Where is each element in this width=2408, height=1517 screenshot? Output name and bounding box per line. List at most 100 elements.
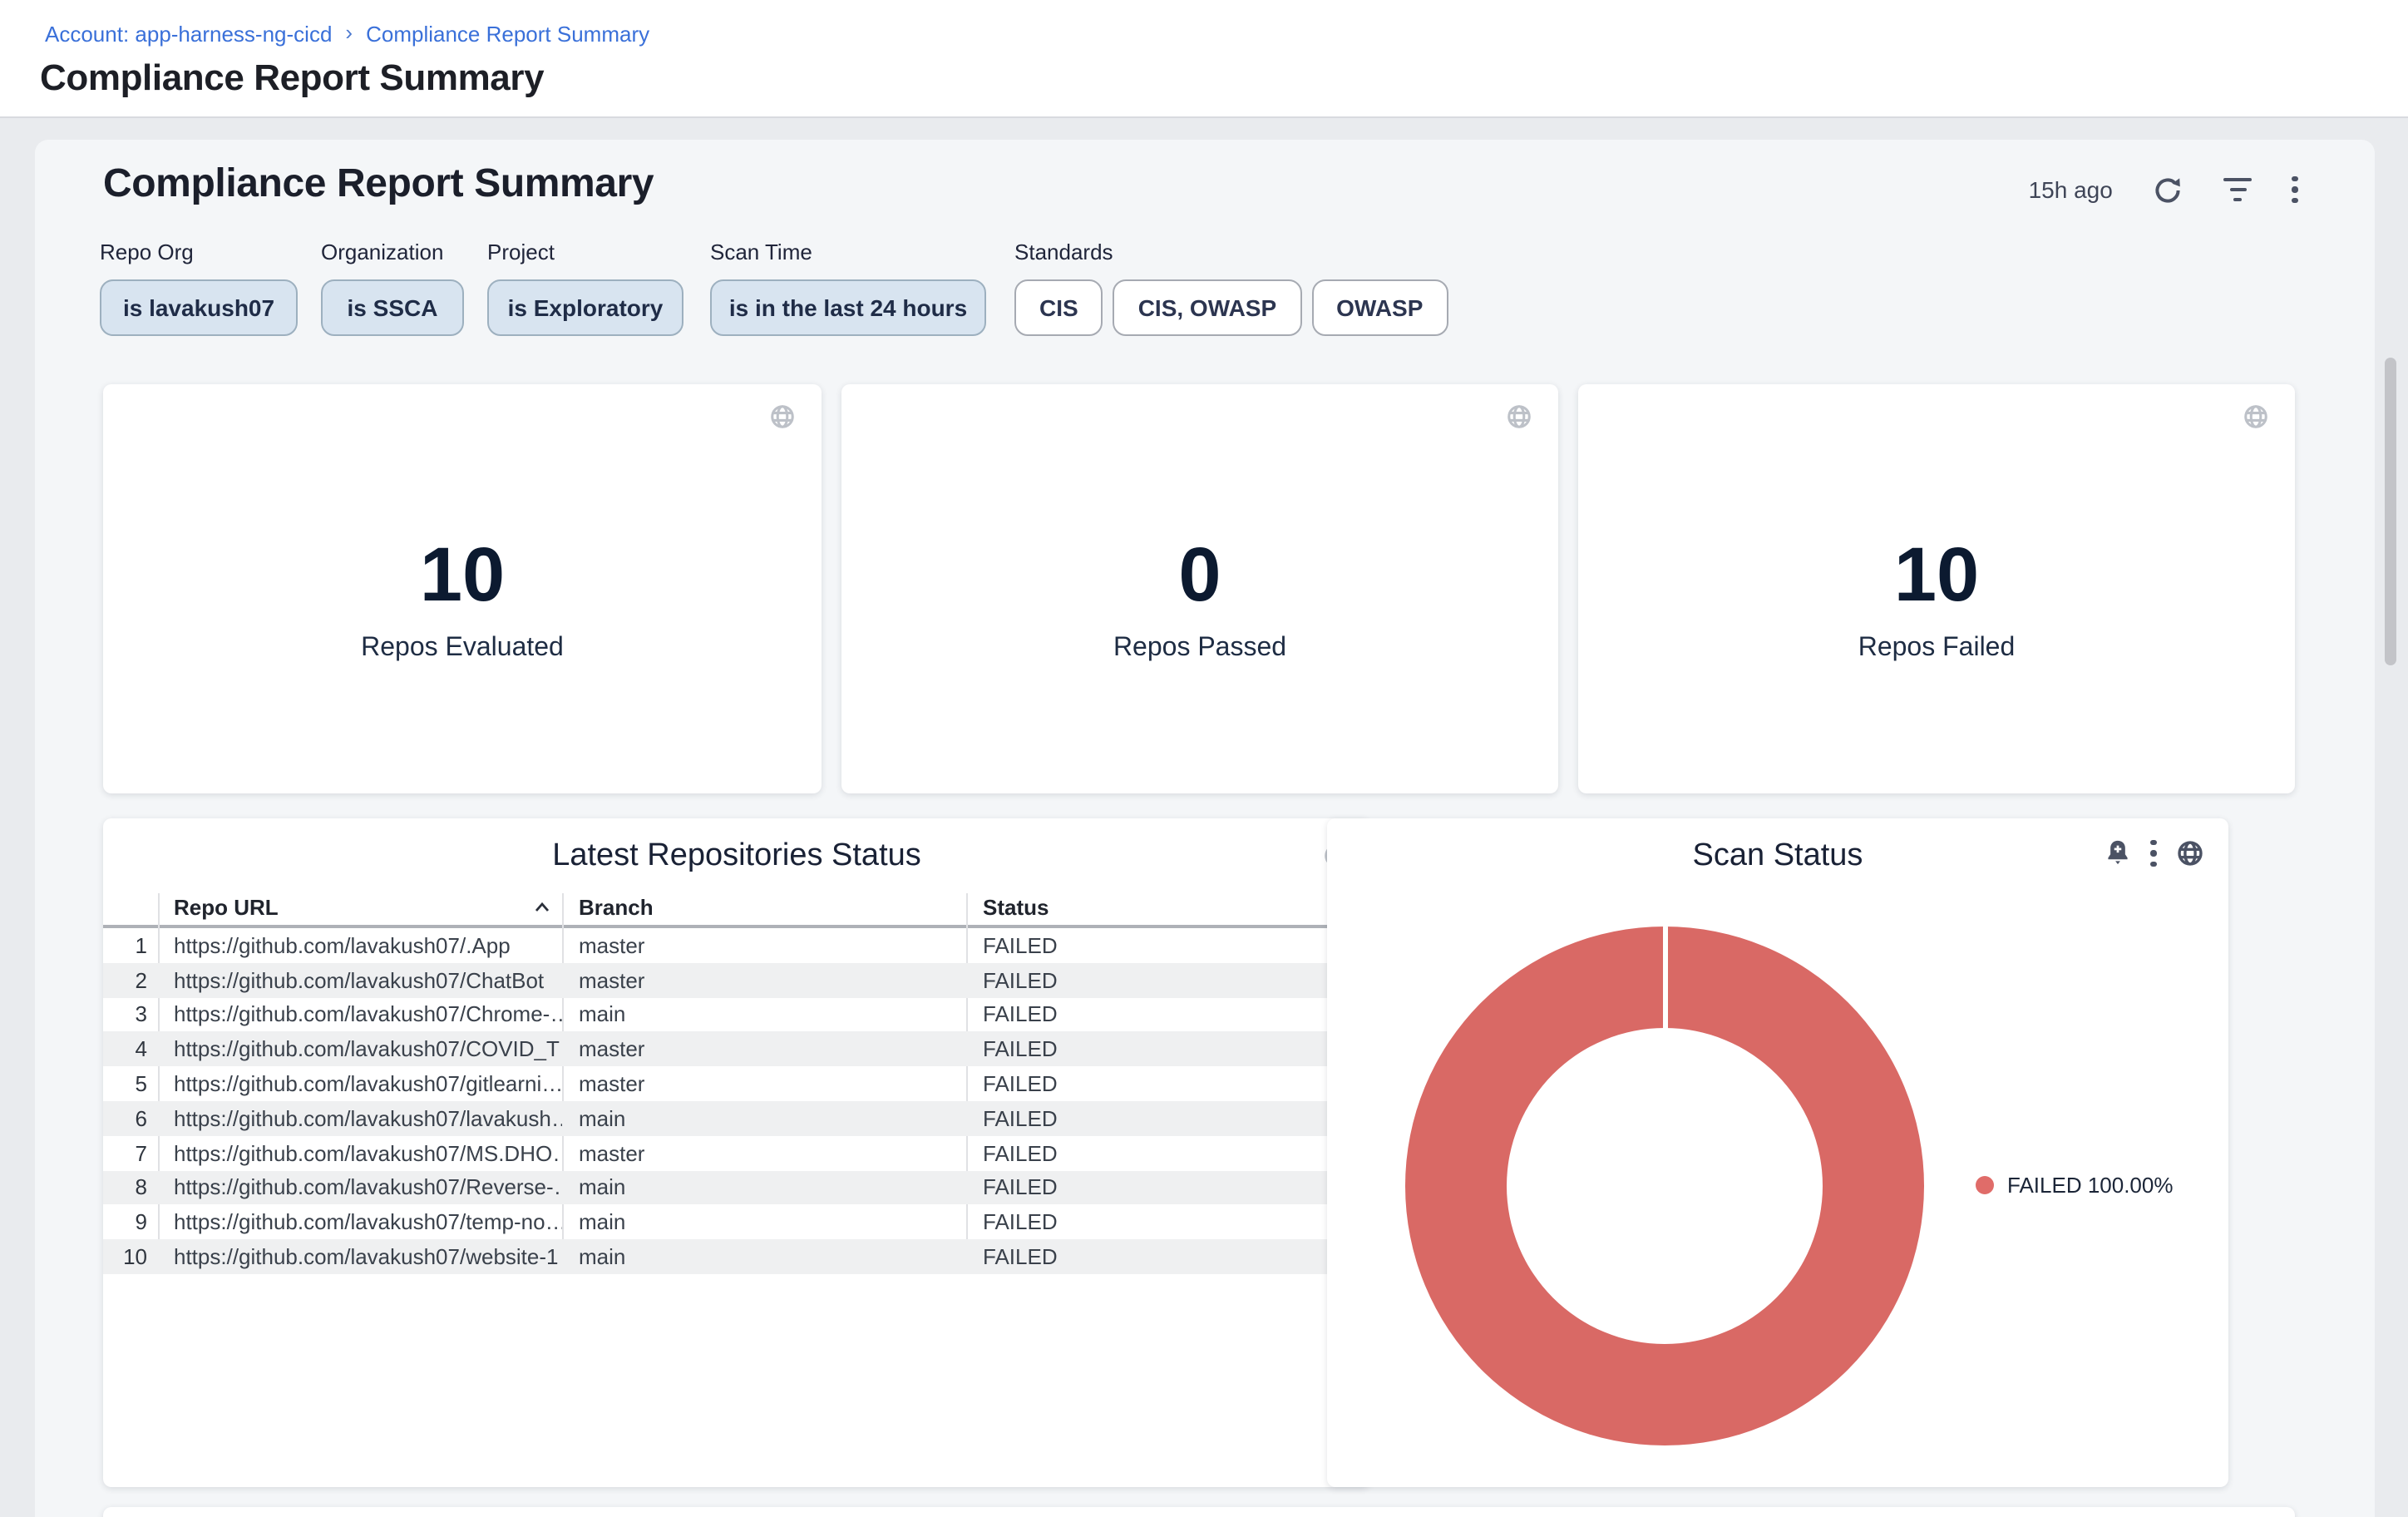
- breadcrumb-separator-icon: ›: [345, 20, 353, 45]
- dashboard-panel: Compliance Report Summary 15h ago Repo O…: [35, 140, 2375, 1517]
- latest-repositories-status-tile: Latest Repositories Status Repo URL Bran…: [103, 818, 1370, 1487]
- dashboard-title: Compliance Report Summary: [103, 161, 654, 208]
- metric-value: 10: [1578, 531, 2295, 617]
- alert-bell-plus-icon[interactable]: [2105, 838, 2133, 868]
- filter-standards: Standards CIS CIS, OWASP OWASP: [1014, 240, 1448, 336]
- table-row: 2https://github.com/lavakush07/ChatBotma…: [103, 963, 1370, 998]
- status-cell: FAILED: [966, 1244, 1370, 1269]
- vertical-scrollbar-thumb[interactable]: [2385, 358, 2396, 665]
- tile-title: Latest Repositories Status: [103, 835, 1370, 878]
- branch-cell: master: [562, 967, 966, 992]
- branch-cell: master: [562, 1071, 966, 1096]
- row-number-column-header: [103, 890, 157, 925]
- globe-icon[interactable]: [1505, 403, 1533, 431]
- breadcrumb-account-link[interactable]: Account: app-harness-ng-cicd: [45, 22, 332, 47]
- metric-label: Repos Evaluated: [103, 632, 822, 665]
- metric-card-repos-failed: 10 Repos Failed: [1578, 384, 2295, 793]
- breadcrumb-current-link[interactable]: Compliance Report Summary: [366, 22, 649, 47]
- standards-option-cis[interactable]: CIS: [1014, 279, 1103, 336]
- table-row: 6https://github.com/lavakush07/lavakush……: [103, 1101, 1370, 1136]
- tile-title: Scan Status: [1327, 835, 2228, 878]
- filter-label: Scan Time: [710, 240, 986, 264]
- filter-project: Project is Exploratory: [487, 240, 683, 336]
- last-refreshed-label: 15h ago: [2029, 176, 2113, 203]
- repo-url-cell: https://github.com/lavakush07/Reverse-…: [157, 1175, 562, 1200]
- next-tile-partial: [103, 1507, 2295, 1517]
- metric-label: Repos Passed: [841, 632, 1558, 665]
- chart-legend: FAILED 100.00%: [1976, 1173, 2173, 1198]
- refresh-icon[interactable]: [2153, 174, 2184, 205]
- dashboard-controls: 15h ago: [2029, 170, 2298, 210]
- standards-option-cis-owasp[interactable]: CIS, OWASP: [1113, 279, 1301, 336]
- repo-url-cell: https://github.com/lavakush07/ChatBot: [157, 967, 562, 992]
- filter-icon[interactable]: [2224, 177, 2253, 202]
- globe-icon[interactable]: [2175, 838, 2205, 868]
- metric-card-repos-evaluated: 10 Repos Evaluated: [103, 384, 822, 793]
- compliance-dashboard-page: Account: app-harness-ng-cicd › Complianc…: [0, 0, 2408, 1517]
- status-cell: FAILED: [966, 1071, 1370, 1096]
- tile-actions: [2105, 838, 2205, 868]
- repo-url-cell: https://github.com/lavakush07/COVID_T…: [157, 1037, 562, 1062]
- row-number: 9: [103, 1210, 157, 1235]
- table-row: 10https://github.com/lavakush07/website-…: [103, 1239, 1370, 1274]
- kebab-menu-icon[interactable]: [2292, 175, 2298, 204]
- filter-label: Standards: [1014, 240, 1448, 264]
- branch-cell: master: [562, 1140, 966, 1165]
- standards-option-owasp[interactable]: OWASP: [1311, 279, 1448, 336]
- repo-url-cell: https://github.com/lavakush07/gitlearni…: [157, 1071, 562, 1096]
- table-body: 1https://github.com/lavakush07/.Appmaste…: [103, 928, 1370, 1274]
- branch-cell: master: [562, 933, 966, 958]
- status-cell: FAILED: [966, 1106, 1370, 1131]
- row-number: 10: [103, 1244, 157, 1269]
- repo-url-cell: https://github.com/lavakush07/lavakush…: [157, 1106, 562, 1131]
- table-header-row: Repo URL Branch Status: [103, 890, 1370, 925]
- status-cell: FAILED: [966, 1175, 1370, 1200]
- filter-chip-repo-org[interactable]: is lavakush07: [100, 279, 298, 336]
- repo-url-cell: https://github.com/lavakush07/.App: [157, 933, 562, 958]
- row-number: 4: [103, 1037, 157, 1062]
- branch-cell: main: [562, 1244, 966, 1269]
- filter-chip-scan-time[interactable]: is in the last 24 hours: [710, 279, 986, 336]
- branch-cell: main: [562, 1106, 966, 1131]
- status-cell: FAILED: [966, 967, 1370, 992]
- row-number: 7: [103, 1140, 157, 1165]
- scan-status-tile: Scan Status FAILED 100.00%: [1327, 818, 2228, 1487]
- breadcrumb: Account: app-harness-ng-cicd › Complianc…: [45, 22, 649, 47]
- page-title: Compliance Report Summary: [40, 57, 544, 100]
- kebab-menu-icon[interactable]: [2151, 839, 2157, 867]
- column-header-repo-url[interactable]: Repo URL: [157, 890, 562, 925]
- filter-repo-org: Repo Org is lavakush07: [100, 240, 298, 336]
- table-row: 1https://github.com/lavakush07/.Appmaste…: [103, 928, 1370, 963]
- status-cell: FAILED: [966, 1140, 1370, 1165]
- row-number: 3: [103, 1002, 157, 1027]
- repo-url-cell: https://github.com/lavakush07/website-1: [157, 1244, 562, 1269]
- branch-cell: main: [562, 1002, 966, 1027]
- filter-chip-organization[interactable]: is SSCA: [321, 279, 464, 336]
- metric-label: Repos Failed: [1578, 632, 2295, 665]
- row-number: 2: [103, 967, 157, 992]
- table-row: 3https://github.com/lavakush07/Chrome-…m…: [103, 997, 1370, 1032]
- filters-row: Repo Org is lavakush07 Organization is S…: [35, 240, 2375, 339]
- table-row: 7https://github.com/lavakush07/MS.DHO…ma…: [103, 1136, 1370, 1171]
- repo-url-cell: https://github.com/lavakush07/MS.DHO…: [157, 1140, 562, 1165]
- globe-icon[interactable]: [2242, 403, 2270, 431]
- status-cell: FAILED: [966, 1002, 1370, 1027]
- column-header-branch[interactable]: Branch: [562, 890, 966, 925]
- table-row: 8https://github.com/lavakush07/Reverse-……: [103, 1170, 1370, 1205]
- legend-failed-label: FAILED 100.00%: [2007, 1173, 2173, 1198]
- filter-label: Organization: [321, 240, 464, 264]
- filter-chip-project[interactable]: is Exploratory: [487, 279, 683, 336]
- globe-icon[interactable]: [768, 403, 797, 431]
- filter-label: Repo Org: [100, 240, 298, 264]
- column-header-status[interactable]: Status: [966, 890, 1370, 925]
- row-number: 8: [103, 1175, 157, 1200]
- metric-value: 10: [103, 531, 822, 617]
- filter-label: Project: [487, 240, 683, 264]
- donut-hole: [1507, 1028, 1823, 1344]
- repo-url-cell: https://github.com/lavakush07/temp-no…: [157, 1210, 562, 1235]
- top-header: Account: app-harness-ng-cicd › Complianc…: [0, 0, 2408, 118]
- scan-status-donut-chart[interactable]: [1405, 927, 1924, 1445]
- filter-scan-time: Scan Time is in the last 24 hours: [710, 240, 986, 336]
- branch-cell: main: [562, 1210, 966, 1235]
- filter-organization: Organization is SSCA: [321, 240, 464, 336]
